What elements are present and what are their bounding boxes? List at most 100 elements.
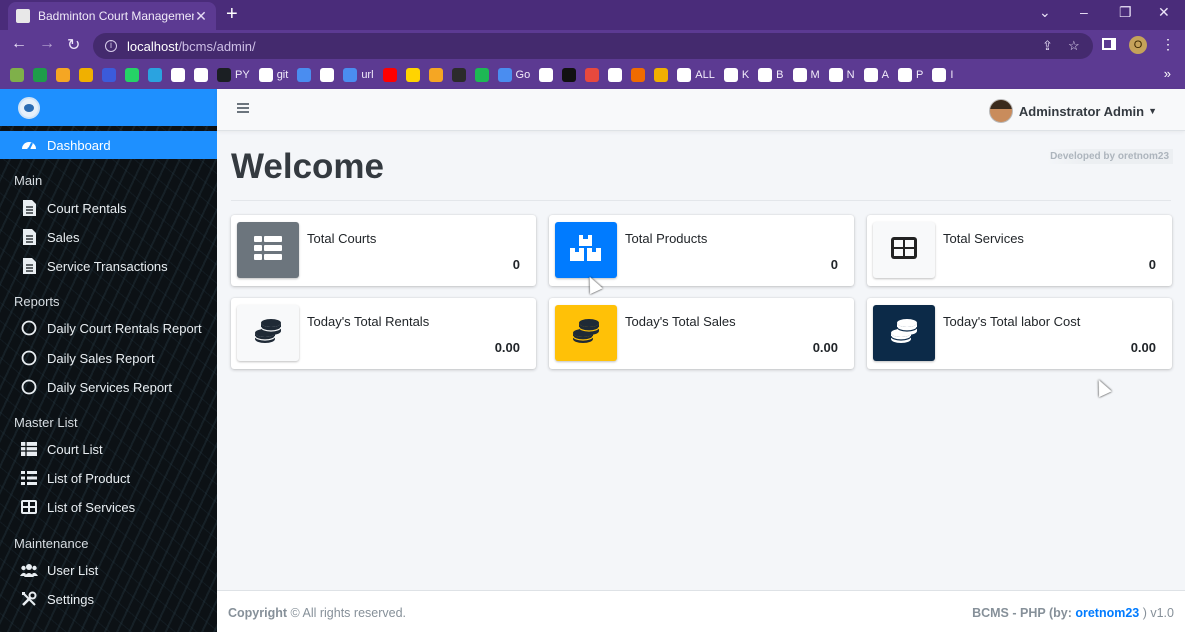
bookmark-item[interactable] <box>654 68 669 82</box>
bookmark-item[interactable] <box>33 68 47 82</box>
bookmark-favicon-icon <box>382 68 397 82</box>
author-link[interactable]: oretnom23 <box>1075 606 1139 620</box>
bookmark-item[interactable] <box>125 68 139 82</box>
section-header-reports: Reports <box>14 294 60 309</box>
tools-icon <box>20 590 38 608</box>
bookmark-item[interactable] <box>148 68 162 82</box>
brand-bar[interactable] <box>0 89 217 126</box>
table-icon <box>254 235 282 265</box>
bookmark-item[interactable] <box>539 68 554 82</box>
circle-icon <box>20 319 38 337</box>
bookmark-item[interactable]: PY <box>217 68 250 82</box>
sidebar-item-court-list[interactable]: Court List <box>0 435 217 463</box>
sidebar-item-dashboard[interactable]: Dashboard <box>0 131 217 159</box>
bookmark-item[interactable] <box>562 68 577 82</box>
sidebar-item-settings[interactable]: Settings <box>0 585 217 613</box>
bookmark-item[interactable]: url <box>343 68 374 82</box>
bookmark-label: M <box>810 69 820 81</box>
browser-tab[interactable]: Badminton Court Management S ✕ <box>8 2 216 30</box>
sidebar: Dashboard Main Court Rentals Sales Servi… <box>0 89 217 632</box>
sidebar-item-daily-services-report[interactable]: Daily Services Report <box>0 373 217 401</box>
reload-icon[interactable]: ↻ <box>67 35 80 55</box>
bookmark-item[interactable]: K <box>723 68 749 82</box>
bookmark-favicon-icon <box>79 68 93 82</box>
sidebar-item-court-rentals[interactable]: Court Rentals <box>0 194 217 222</box>
sidebar-item-daily-sales-report[interactable]: Daily Sales Report <box>0 344 217 372</box>
window-close-icon[interactable]: ✕ <box>1158 4 1170 21</box>
bookmark-item[interactable]: B <box>758 68 784 82</box>
bookmark-item[interactable] <box>171 68 185 82</box>
section-header-maintenance: Maintenance <box>14 536 89 551</box>
bookmark-item[interactable] <box>428 68 443 82</box>
bookmark-favicon-icon <box>125 68 139 82</box>
bookmark-favicon-icon <box>33 68 47 82</box>
tab-title: Badminton Court Management S <box>38 9 194 23</box>
bookmark-item[interactable] <box>56 68 70 82</box>
bookmark-item[interactable]: N <box>828 68 855 82</box>
address-bar[interactable]: i localhost/bcms/admin/ ⇪ ☆ <box>93 33 1093 59</box>
site-info-icon[interactable]: i <box>105 40 117 52</box>
info-box-label: Today's Total Rentals <box>307 314 430 329</box>
info-box-icon <box>873 305 935 361</box>
list-icon <box>20 469 38 487</box>
bookmark-item[interactable] <box>320 68 335 82</box>
sidebar-item-label: Sales <box>47 229 80 245</box>
info-box-value: 0.00 <box>1130 340 1156 355</box>
bookmark-favicon-icon <box>217 68 231 82</box>
user-menu[interactable]: Adminstrator Admin ▼ <box>988 99 1157 123</box>
browser-menu-icon[interactable]: ⋮ <box>1161 36 1175 53</box>
users-icon <box>20 561 38 579</box>
sidebar-item-list-of-product[interactable]: List of Product <box>0 464 217 492</box>
back-arrow-icon[interactable]: ← <box>11 35 27 53</box>
forward-arrow-icon[interactable]: → <box>39 35 55 53</box>
bookmark-item[interactable]: I <box>932 68 953 82</box>
info-box-icon <box>873 222 935 278</box>
restore-icon[interactable]: ❐ <box>1119 4 1132 21</box>
bookmark-item[interactable]: git <box>258 68 288 82</box>
bookmark-label: Go <box>515 69 531 81</box>
profile-avatar[interactable]: O <box>1129 36 1147 54</box>
bookmark-item[interactable] <box>405 68 420 82</box>
minimize-icon[interactable]: – <box>1080 4 1088 20</box>
info-box-label: Total Services <box>943 231 1024 246</box>
bookmark-favicon-icon <box>343 68 358 82</box>
bookmark-item[interactable]: ALL <box>677 68 715 82</box>
sidebar-item-list-of-services[interactable]: List of Services <box>0 493 217 521</box>
grid-icon <box>891 236 917 264</box>
bookmark-favicon-icon <box>654 68 669 82</box>
bookmark-item[interactable]: Go <box>497 68 531 82</box>
bookmark-favicon-icon <box>171 68 185 82</box>
bookmark-item[interactable] <box>585 68 600 82</box>
brand-logo-icon[interactable] <box>18 97 40 119</box>
bookmark-item[interactable] <box>608 68 623 82</box>
sidebar-item-sales[interactable]: Sales <box>0 223 217 251</box>
tab-close-icon[interactable]: ✕ <box>194 8 208 25</box>
bookmark-item[interactable] <box>451 68 466 82</box>
bookmark-item[interactable] <box>297 68 312 82</box>
bookmark-item[interactable] <box>102 68 116 82</box>
sidebar-item-user-list[interactable]: User List <box>0 556 217 584</box>
bookmark-item[interactable] <box>382 68 397 82</box>
sidebar-item-label: Dashboard <box>47 137 111 153</box>
bookmark-item[interactable] <box>79 68 93 82</box>
bookmark-star-icon[interactable]: ☆ <box>1068 38 1080 54</box>
bookmark-item[interactable]: P <box>897 68 923 82</box>
sidebar-item-daily-court-rentals-report[interactable]: Daily Court Rentals Report <box>0 314 217 342</box>
boxes-icon <box>570 234 602 266</box>
tab-search-chevron-icon[interactable]: ⌄ <box>1039 4 1051 21</box>
new-tab-icon[interactable]: + <box>226 3 238 26</box>
bookmark-item[interactable] <box>10 68 24 82</box>
bookmark-item[interactable] <box>631 68 646 82</box>
side-panel-icon[interactable] <box>1102 38 1116 50</box>
bookmarks-overflow-icon[interactable]: » <box>1164 66 1171 81</box>
sidebar-item-service-transactions[interactable]: Service Transactions <box>0 252 217 280</box>
bookmark-item[interactable] <box>474 68 489 82</box>
info-box-value: 0.00 <box>812 340 838 355</box>
bookmark-item[interactable] <box>194 68 208 82</box>
bookmark-item[interactable]: M <box>792 68 820 82</box>
hamburger-menu-icon[interactable] <box>237 103 249 113</box>
bookmark-item[interactable]: A <box>863 68 889 82</box>
bookmark-favicon-icon <box>10 68 24 82</box>
circle-icon <box>20 378 38 396</box>
share-icon[interactable]: ⇪ <box>1042 38 1053 54</box>
